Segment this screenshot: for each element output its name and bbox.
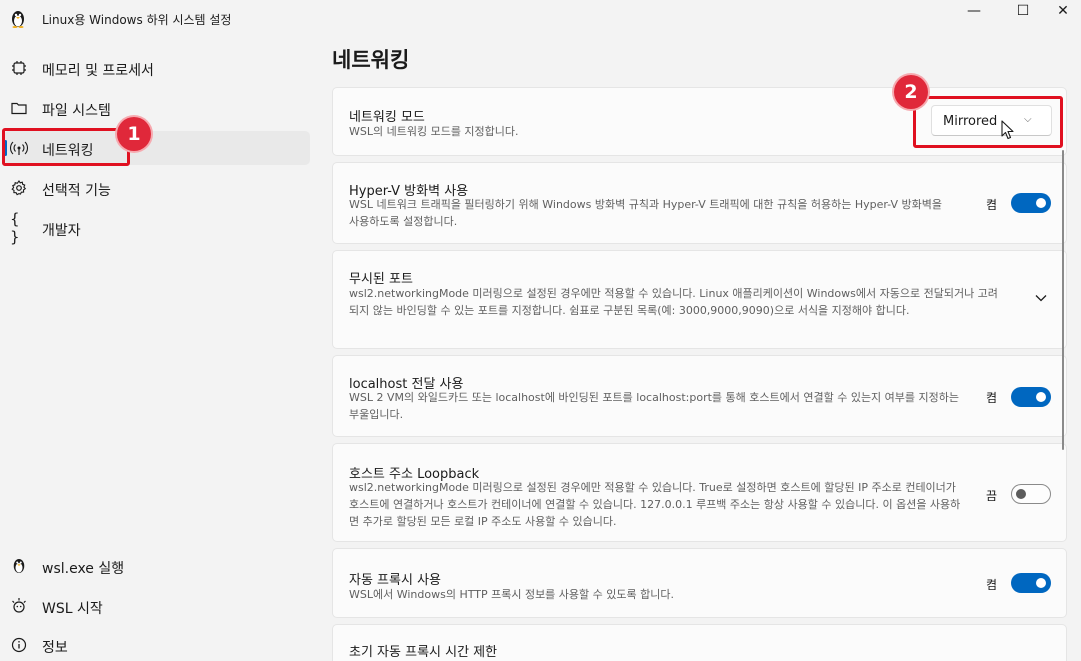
hyperv-firewall-toggle[interactable] [1011, 193, 1051, 213]
setting-description: WSL 네트워크 트래픽을 필터링하기 위해 Windows 방화벽 규칙과 H… [349, 198, 942, 228]
sidebar-item-optional-features[interactable]: 선택적 기능 [4, 171, 310, 205]
setting-description: WSL 2 VM의 와일드카드 또는 localhost에 바인딩된 포트를 l… [349, 391, 960, 421]
host-loopback-toggle[interactable] [1011, 484, 1051, 504]
close-button[interactable]: ✕ [1040, 0, 1081, 22]
toggle-knob [1016, 489, 1026, 499]
sidebar-item-run-wsl[interactable]: wsl.exe 실행 [4, 549, 310, 583]
toggle-state-label: 켬 [986, 198, 998, 212]
localhost-forwarding-toggle[interactable] [1011, 387, 1051, 407]
auto-proxy-card: 자동 프록시 사용 WSL에서 Windows의 HTTP 프록시 정보를 사용… [332, 548, 1067, 618]
sidebar-item-label: 정보 [42, 640, 68, 656]
chip-icon [10, 59, 28, 77]
highlight-box-networking [2, 128, 130, 166]
folder-icon [10, 99, 28, 117]
sidebar-item-label: WSL 시작 [42, 601, 103, 617]
sidebar-item-about[interactable]: 정보 [4, 628, 310, 661]
close-icon: ✕ [1057, 3, 1069, 19]
host-loopback-card: 호스트 주소 Loopback wsl2.networkingMode 미러링으… [332, 443, 1067, 542]
sidebar-item-developer[interactable]: { } 개발자 [4, 210, 310, 246]
chevron-down-icon[interactable] [1035, 291, 1047, 306]
annotation-badge-2: 2 [894, 75, 928, 109]
sidebar-item-label: 파일 시스템 [42, 103, 111, 119]
sidebar-item-memory[interactable]: 메모리 및 프로세서 [4, 51, 310, 85]
scrollbar[interactable] [1062, 150, 1064, 450]
setting-description: wsl2.networkingMode 미러링으로 설정된 경우에만 적용할 수… [349, 287, 998, 317]
localhost-forwarding-card: localhost 전달 사용 WSL 2 VM의 와일드카드 또는 local… [332, 355, 1067, 437]
toggle-state-label: 켬 [986, 391, 998, 405]
maximize-icon: ☐ [1016, 3, 1030, 19]
annotation-badge-1: 1 [117, 117, 151, 151]
sidebar-item-filesystem[interactable]: 파일 시스템 [4, 91, 310, 125]
setting-description: WSL에서 Windows의 HTTP 프록시 정보를 사용할 수 있도록 합니… [349, 588, 674, 601]
title-bar: Linux용 Windows 하위 시스템 설정 — ☐ ✕ [0, 0, 1081, 36]
toggle-knob [1036, 198, 1046, 208]
sidebar-item-label: 메모리 및 프로세서 [42, 63, 154, 79]
highlight-box-dropdown [913, 96, 1063, 148]
sidebar-item-label: wsl.exe 실행 [42, 561, 125, 577]
gear-icon [10, 179, 28, 197]
toggle-knob [1036, 578, 1046, 588]
penguin-icon [12, 11, 24, 28]
mouse-cursor-icon [1001, 120, 1014, 140]
setting-description: WSL의 네트워킹 모드를 지정합니다. [349, 125, 519, 138]
initial-proxy-timeout-card: 초기 자동 프록시 시간 제한 [332, 624, 1067, 661]
sidebar-item-label: 개발자 [42, 223, 81, 239]
hyperv-firewall-card: Hyper-V 방화벽 사용 WSL 네트워크 트래픽을 필터링하기 위해 Wi… [332, 162, 1067, 244]
ignored-ports-card[interactable]: 무시된 포트 wsl2.networkingMode 미러링으로 설정된 경우에… [332, 250, 1067, 349]
penguin-icon [10, 557, 28, 575]
sidebar-item-wsl-start[interactable]: WSL 시작 [4, 589, 310, 623]
braces-icon: { } [10, 210, 20, 246]
toggle-state-label: 켬 [986, 578, 998, 592]
setting-title: 초기 자동 프록시 시간 제한 [349, 645, 498, 660]
setting-description: wsl2.networkingMode 미러링으로 설정된 경우에만 적용할 수… [349, 481, 961, 528]
minimize-icon: — [967, 3, 981, 19]
window-title: Linux용 Windows 하위 시스템 설정 [42, 13, 232, 27]
auto-proxy-toggle[interactable] [1011, 573, 1051, 593]
sidebar-item-label: 선택적 기능 [42, 183, 111, 199]
page-title: 네트워킹 [332, 48, 410, 72]
sparkle-icon [10, 597, 28, 615]
toggle-state-label: 끔 [986, 489, 998, 503]
minimize-button[interactable]: — [951, 0, 997, 22]
toggle-knob [1036, 392, 1046, 402]
info-icon [10, 636, 28, 654]
